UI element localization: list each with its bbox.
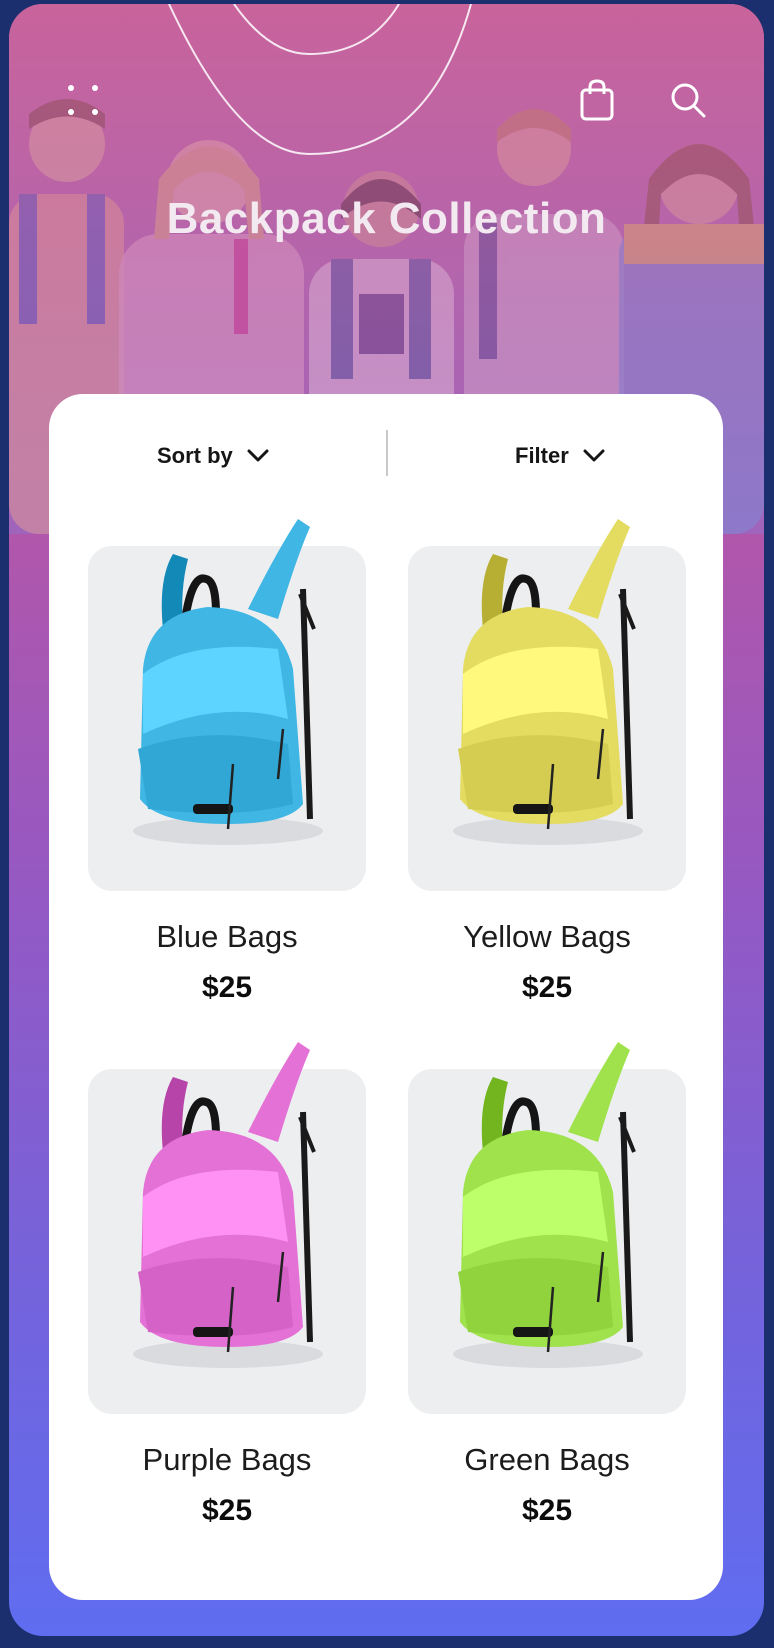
sort-filter-toolbar: Sort by Filter bbox=[49, 394, 723, 524]
product-item[interactable]: Green Bags $25 bbox=[408, 1042, 686, 1527]
search-button[interactable] bbox=[664, 76, 712, 124]
product-name[interactable]: Blue Bags bbox=[88, 919, 366, 955]
backpack-image bbox=[133, 1042, 323, 1368]
product-card-panel: Sort by Filter Blue Bags $25 Yellow Bags… bbox=[49, 394, 723, 1600]
toolbar-divider bbox=[386, 430, 388, 476]
product-image[interactable] bbox=[408, 1042, 686, 1414]
product-image[interactable] bbox=[408, 519, 686, 891]
product-image[interactable] bbox=[88, 1042, 366, 1414]
product-item[interactable]: Purple Bags $25 bbox=[88, 1042, 366, 1527]
shopping-bag-icon bbox=[580, 79, 614, 121]
product-price: $25 bbox=[201, 1494, 253, 1527]
product-image[interactable] bbox=[88, 519, 366, 891]
chevron-down-icon bbox=[247, 449, 269, 462]
chevron-down-icon bbox=[583, 449, 605, 462]
product-item[interactable]: Blue Bags $25 bbox=[88, 519, 366, 1004]
sort-by-label: Sort by bbox=[157, 443, 233, 468]
product-price: $25 bbox=[521, 971, 573, 1004]
product-name[interactable]: Purple Bags bbox=[88, 1442, 366, 1478]
product-price: $25 bbox=[521, 1494, 573, 1527]
product-name[interactable]: Green Bags bbox=[408, 1442, 686, 1478]
search-icon bbox=[671, 83, 706, 118]
backpack-image bbox=[453, 1042, 643, 1368]
cart-button[interactable] bbox=[573, 76, 621, 124]
menu-button[interactable] bbox=[59, 76, 107, 124]
filter-label: Filter bbox=[515, 443, 569, 468]
decorative-lines bbox=[168, 4, 472, 156]
dots-menu-icon bbox=[68, 85, 98, 115]
page-title: Backpack Collection bbox=[166, 194, 607, 243]
app-screen: Backpack Collection Sort by Filter Blue … bbox=[9, 4, 764, 1636]
filter-dropdown[interactable]: Filter bbox=[515, 436, 605, 476]
product-price: $25 bbox=[201, 971, 253, 1004]
product-item[interactable]: Yellow Bags $25 bbox=[408, 519, 686, 1004]
product-name[interactable]: Yellow Bags bbox=[408, 919, 686, 955]
sort-by-dropdown[interactable]: Sort by bbox=[157, 436, 269, 476]
backpack-image bbox=[133, 519, 323, 845]
backpack-image bbox=[453, 519, 643, 845]
